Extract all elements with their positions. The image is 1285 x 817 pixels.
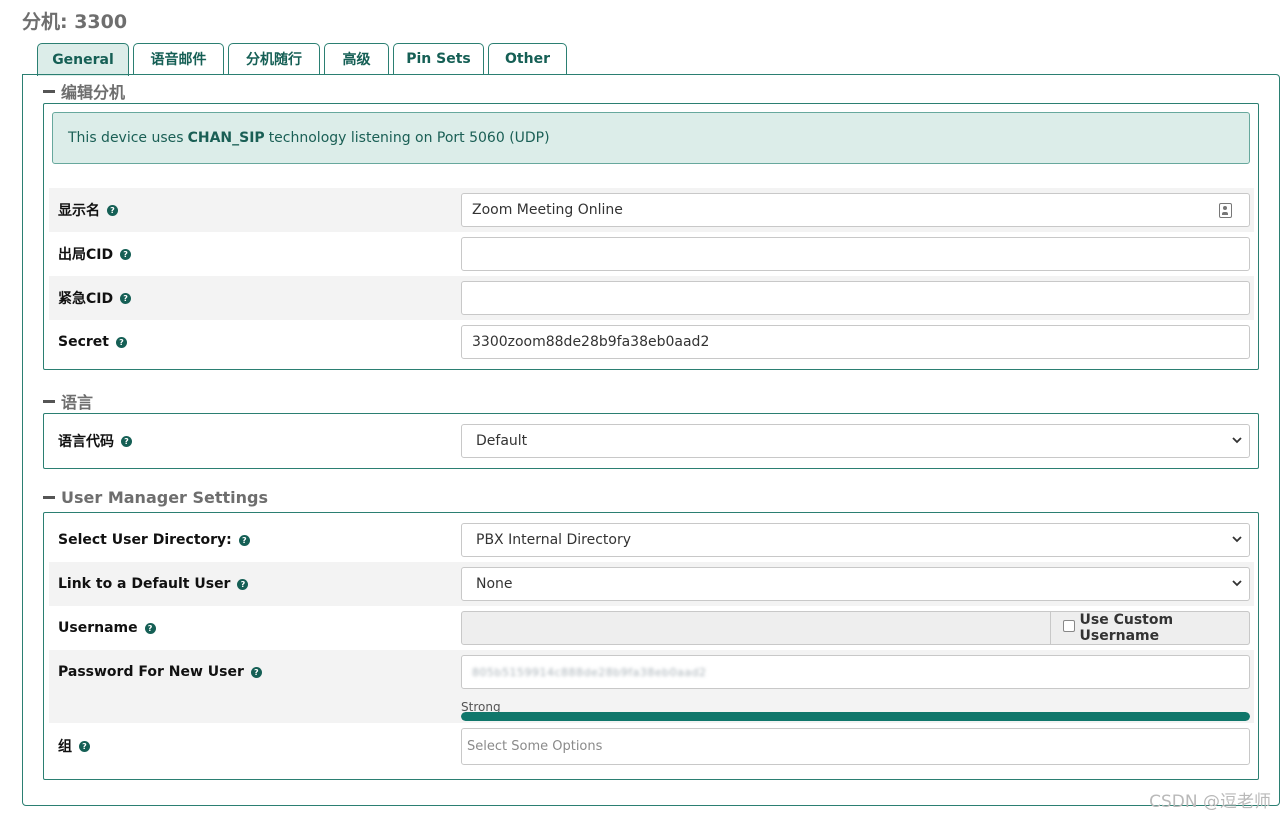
help-icon[interactable]: ? xyxy=(120,248,132,260)
custom-username-label: Use Custom Username xyxy=(1079,612,1174,644)
language-code-text: 语言代码 xyxy=(58,434,114,450)
emergency-cid-text: 紧急CID xyxy=(58,291,114,307)
default-user-value: None xyxy=(476,576,513,592)
device-info-alert: This device uses CHAN_SIP technology lis… xyxy=(52,112,1250,164)
alert-tech: CHAN_SIP xyxy=(187,130,265,146)
custom-username-checkbox[interactable] xyxy=(1063,620,1075,632)
tab-voicemail[interactable]: 语音邮件 xyxy=(133,43,224,74)
tab-general[interactable]: General xyxy=(37,43,129,76)
language-code-value: Default xyxy=(476,433,528,449)
groups-text: 组 xyxy=(58,739,72,755)
tab-other[interactable]: Other xyxy=(488,43,567,74)
chevron-down-icon xyxy=(1232,536,1242,543)
collapse-icon xyxy=(43,399,55,403)
custom-username-toggle[interactable]: Use Custom Username xyxy=(1050,611,1250,645)
default-user-label: Link to a Default User ? xyxy=(58,576,249,592)
tab-bar: General 语音邮件 分机随行 高级 Pin Sets Other xyxy=(37,43,571,76)
password-value: 805b5159914c888de28b9fa38eb0aad2 xyxy=(472,665,707,679)
contact-card-icon[interactable] xyxy=(1219,203,1232,218)
help-icon[interactable]: ? xyxy=(237,578,249,590)
emergency-cid-input[interactable] xyxy=(461,281,1250,315)
outbound-cid-label: 出局CID ? xyxy=(58,244,132,264)
alert-suffix: technology listening on Port 5060 (UDP) xyxy=(268,130,550,146)
chevron-down-icon xyxy=(1232,437,1242,444)
tab-follow-me[interactable]: 分机随行 xyxy=(228,43,320,74)
user-directory-row: Select User Directory: ? PBX Internal Di… xyxy=(49,518,1254,562)
user-directory-text: Select User Directory: xyxy=(58,532,232,548)
default-user-row: Link to a Default User ? None xyxy=(49,562,1254,606)
username-text: Username xyxy=(58,620,138,636)
default-user-select[interactable]: None xyxy=(461,567,1250,601)
user-directory-value: PBX Internal Directory xyxy=(476,532,632,548)
groups-placeholder: Select Some Options xyxy=(467,739,603,754)
secret-text: Secret xyxy=(58,334,109,350)
password-label: Password For New User ? xyxy=(58,664,262,680)
emergency-cid-label: 紧急CID ? xyxy=(58,288,132,308)
default-user-text: Link to a Default User xyxy=(58,576,231,592)
display-name-input[interactable]: Zoom Meeting Online xyxy=(461,193,1250,227)
groups-label: 组 ? xyxy=(58,736,90,756)
help-icon[interactable]: ? xyxy=(120,292,132,304)
help-icon[interactable]: ? xyxy=(250,666,262,678)
password-strength-bar xyxy=(461,712,1250,721)
username-row: Username ? Use Custom Username xyxy=(49,606,1254,650)
display-name-text: 显示名 xyxy=(58,203,100,219)
section-language-header[interactable]: 语言 xyxy=(43,389,93,413)
section-user-manager-header[interactable]: User Manager Settings xyxy=(43,488,268,507)
language-code-select[interactable]: Default xyxy=(461,424,1250,458)
password-text: Password For New User xyxy=(58,664,244,680)
user-directory-select[interactable]: PBX Internal Directory xyxy=(461,523,1250,557)
display-name-value: Zoom Meeting Online xyxy=(472,202,623,218)
help-icon[interactable]: ? xyxy=(121,435,132,447)
outbound-cid-input[interactable] xyxy=(461,237,1250,271)
groups-multiselect[interactable]: Select Some Options xyxy=(461,728,1250,765)
help-icon[interactable]: ? xyxy=(238,534,250,546)
help-icon[interactable]: ? xyxy=(144,622,156,634)
emergency-cid-row: 紧急CID ? xyxy=(49,276,1254,320)
language-code-row: 语言代码 ? Default xyxy=(49,419,1254,463)
section-user-manager-title: User Manager Settings xyxy=(61,488,269,507)
section-language-title: 语言 xyxy=(61,393,94,412)
password-row: Password For New User ? 805b5159914c888d… xyxy=(49,650,1254,723)
password-input[interactable]: 805b5159914c888de28b9fa38eb0aad2 xyxy=(461,655,1250,689)
language-code-label: 语言代码 ? xyxy=(58,431,132,451)
secret-input[interactable]: 3300zoom88de28b9fa38eb0aad2 xyxy=(461,325,1250,359)
page-title: 分机: 3300 xyxy=(22,11,128,33)
groups-row: 组 ? Select Some Options xyxy=(49,724,1254,768)
chevron-down-icon xyxy=(1232,580,1242,587)
outbound-cid-row: 出局CID ? xyxy=(49,232,1254,276)
secret-row: Secret ? 3300zoom88de28b9fa38eb0aad2 xyxy=(49,320,1254,364)
tab-pin-sets[interactable]: Pin Sets xyxy=(393,43,484,74)
help-icon[interactable]: ? xyxy=(107,204,118,216)
watermark: CSDN @逗老师 xyxy=(1149,792,1271,812)
collapse-icon xyxy=(43,89,55,93)
password-strength-fill xyxy=(461,712,1250,721)
section-edit-header[interactable]: 编辑分机 xyxy=(43,79,125,103)
help-icon[interactable]: ? xyxy=(115,336,127,348)
display-name-label: 显示名 ? xyxy=(58,200,118,220)
alert-prefix: This device uses xyxy=(68,130,184,146)
user-directory-label: Select User Directory: ? xyxy=(58,532,250,548)
secret-value: 3300zoom88de28b9fa38eb0aad2 xyxy=(472,334,710,350)
section-edit-title: 编辑分机 xyxy=(61,83,126,102)
tab-advanced[interactable]: 高级 xyxy=(324,43,389,74)
secret-label: Secret ? xyxy=(58,334,127,350)
outbound-cid-text: 出局CID xyxy=(58,247,114,263)
help-icon[interactable]: ? xyxy=(79,740,90,752)
collapse-icon xyxy=(43,496,55,499)
display-name-row: 显示名 ? Zoom Meeting Online xyxy=(49,188,1254,232)
username-label: Username ? xyxy=(58,620,156,636)
